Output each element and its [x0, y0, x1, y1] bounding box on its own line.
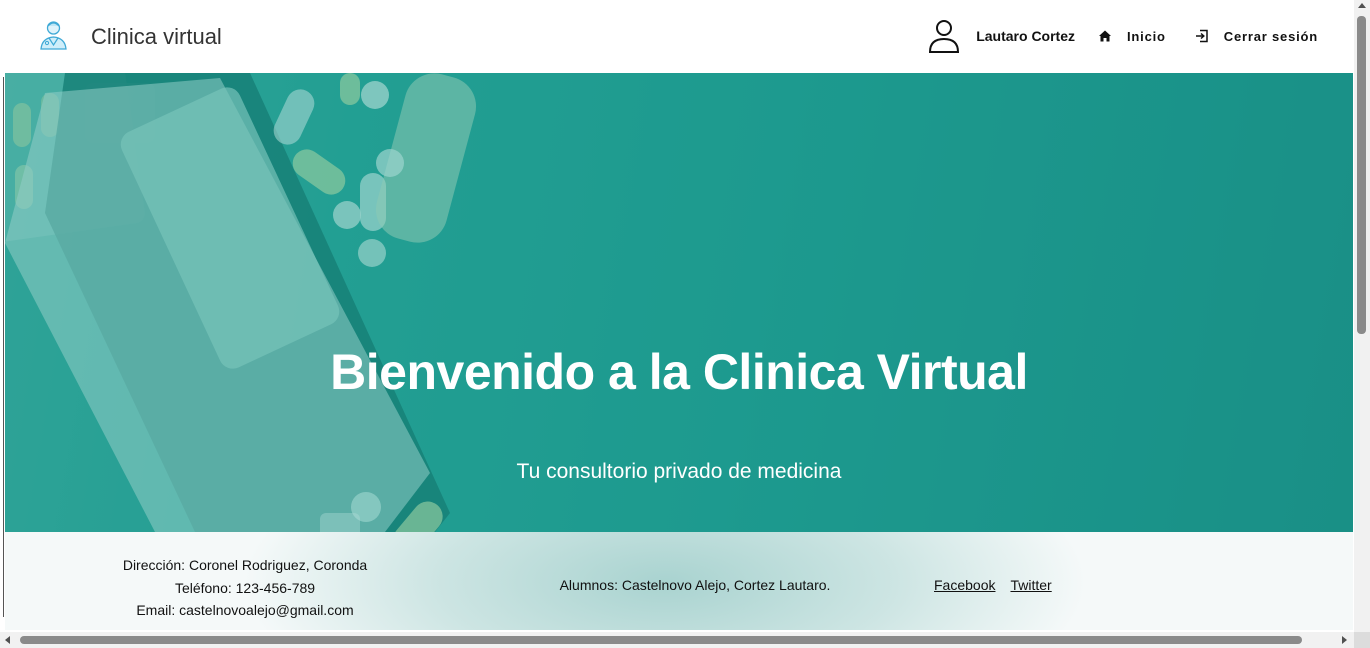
doctor-avatar-icon — [37, 18, 70, 51]
footer-contact-info: Dirección: Coronel Rodriguez, Coronda Te… — [95, 554, 395, 622]
main-nav: Lautaro Cortez Inicio Cerrar sesión — [928, 18, 1318, 54]
footer-phone: Teléfono: 123-456-789 — [174, 579, 316, 596]
home-icon — [1097, 28, 1113, 44]
site-footer: Dirección: Coronel Rodriguez, Coronda Te… — [5, 532, 1353, 630]
facebook-link[interactable]: Facebook — [934, 577, 995, 593]
nav-home-link[interactable]: Inicio — [1097, 28, 1166, 44]
hero-title: Bienvenido a la Clinica Virtual — [330, 344, 1028, 400]
horizontal-scrollbar[interactable] — [0, 632, 1354, 648]
footer-email: Email: castelnovoalejo@gmail.com — [136, 602, 354, 618]
logout-label: Cerrar sesión — [1223, 28, 1318, 44]
footer-address: Dirección: Coronel Rodriguez, Coronda — [122, 557, 368, 573]
logout-icon — [1194, 28, 1210, 44]
footer-students: Alumnos: Castelnovo Alejo, Cortez Lautar… — [559, 577, 831, 593]
left-edge-divider — [3, 77, 4, 617]
nav-home-label: Inicio — [1127, 28, 1166, 44]
vertical-scroll-thumb[interactable] — [1357, 16, 1366, 334]
hero-banner: Bienvenido a la Clinica Virtual Tu consu… — [5, 73, 1353, 532]
site-header: Clinica virtual Lautaro Cortez Inicio Ce… — [0, 0, 1354, 73]
user-outline-icon — [928, 19, 960, 53]
footer-social-links: Facebook Twitter — [934, 577, 1067, 593]
hero-subtitle: Tu consultorio privado de medicina — [516, 460, 842, 483]
logout-link[interactable]: Cerrar sesión — [1194, 28, 1318, 44]
brand-title: Clinica virtual — [91, 24, 222, 49]
scroll-right-arrow-icon[interactable] — [1342, 636, 1347, 644]
horizontal-scroll-thumb[interactable] — [20, 636, 1302, 644]
brand[interactable]: Clinica virtual — [37, 18, 222, 51]
scroll-left-arrow-icon[interactable] — [5, 636, 10, 644]
twitter-link[interactable]: Twitter — [1010, 577, 1051, 593]
user-name: Lautaro Cortez — [976, 28, 1076, 44]
scrollbar-corner — [1354, 632, 1370, 648]
scroll-up-arrow-icon[interactable] — [1358, 3, 1366, 8]
vertical-scrollbar[interactable] — [1354, 0, 1370, 632]
viewport: Clinica virtual Lautaro Cortez Inicio Ce… — [0, 0, 1370, 648]
